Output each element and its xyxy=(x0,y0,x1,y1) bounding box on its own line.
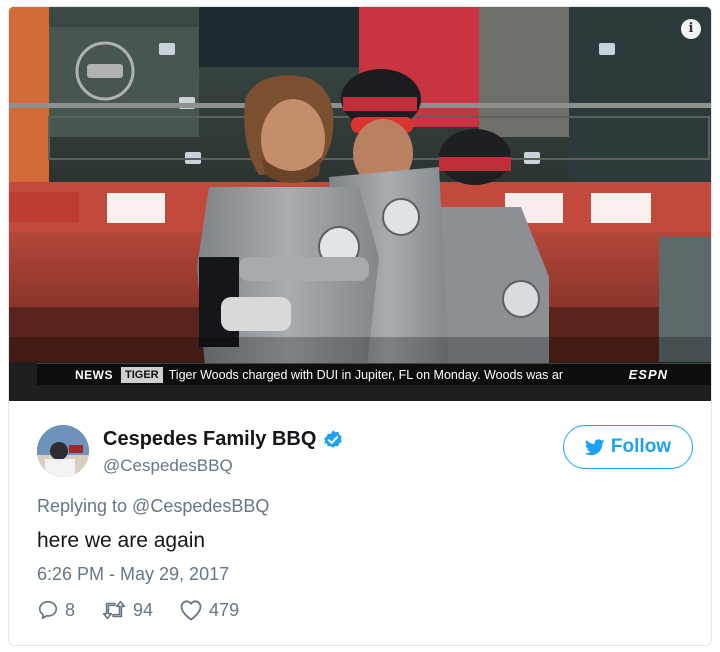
like-count: 479 xyxy=(209,599,240,620)
retweet-icon xyxy=(102,600,126,620)
retweet-action[interactable]: 94 xyxy=(101,599,153,621)
avatar[interactable] xyxy=(37,425,89,477)
follow-button[interactable]: Follow xyxy=(563,425,693,469)
news-ticker: NEWS TIGER Tiger Woods charged with DUI … xyxy=(37,363,711,385)
tweet-text: here we are again xyxy=(37,529,206,552)
verified-badge-icon xyxy=(324,429,343,448)
ticker-headline: Tiger Woods charged with DUI in Jupiter,… xyxy=(168,367,564,382)
tweet-timestamp[interactable]: 6:26 PM - May 29, 2017 xyxy=(37,564,229,585)
ticker-section-label: NEWS xyxy=(75,367,113,382)
tweet-header: Cespedes Family BBQ @CespedesBBQ Follow xyxy=(37,425,697,477)
twitter-bird-icon xyxy=(584,438,605,455)
display-name[interactable]: Cespedes Family BBQ xyxy=(103,428,316,451)
baseball-scene-image xyxy=(9,7,711,401)
reply-action[interactable]: 8 xyxy=(37,599,75,621)
follow-button-label: Follow xyxy=(610,436,672,457)
video-still[interactable]: i NEWS TIGER Tiger Woods charged with DU… xyxy=(9,7,711,401)
like-icon xyxy=(180,600,202,621)
name-row: Cespedes Family BBQ xyxy=(103,428,344,451)
reply-count: 8 xyxy=(65,599,76,620)
ticker-topic-badge: TIGER xyxy=(121,366,163,383)
user-handle[interactable]: @CespedesBBQ xyxy=(103,456,233,476)
espn-logo: ESPN xyxy=(628,367,669,382)
info-icon[interactable]: i xyxy=(681,19,701,39)
reply-icon xyxy=(38,600,58,620)
like-action[interactable]: 479 xyxy=(179,599,239,621)
reply-context[interactable]: Replying to @CespedesBBQ xyxy=(37,496,269,517)
tweet-actions: 8 94 479 xyxy=(37,599,265,621)
tweet-card: i NEWS TIGER Tiger Woods charged with DU… xyxy=(8,6,712,646)
retweet-count: 94 xyxy=(133,599,154,620)
